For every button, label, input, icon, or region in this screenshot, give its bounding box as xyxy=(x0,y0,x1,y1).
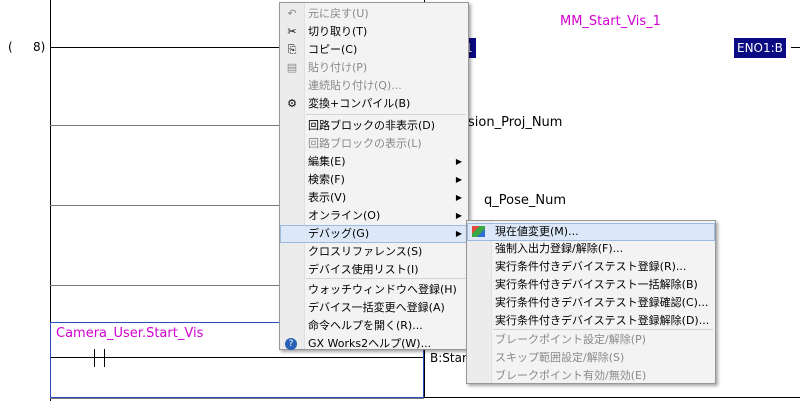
menu-item-label: デバイス使用リスト(I) xyxy=(308,263,419,276)
contact-device-label: Camera_User.Start_Vis xyxy=(56,326,204,341)
change-value-icon xyxy=(472,226,485,237)
debug-menu-item-8: ブレークポイント有効/無効(E) xyxy=(467,367,715,385)
debug-menu-item-4[interactable]: 実行条件付きデバイステスト登録確認(C)... xyxy=(467,294,715,312)
compile-icon: ⚙ xyxy=(287,97,297,110)
debug-menu-item-label: ブレークポイント有効/無効(E) xyxy=(495,369,647,382)
menu-item-9[interactable]: 検索(F) ▶ xyxy=(280,171,468,189)
debug-menu-item-5[interactable]: 実行条件付きデバイステスト登録解除(D)... xyxy=(467,312,715,330)
menu-item-label: オンライン(O) xyxy=(308,209,381,222)
menu-item-16[interactable]: デバイス一括変更へ登録(A) xyxy=(280,299,468,317)
eno-output-line xyxy=(791,47,800,48)
menu-item-0: ↶ 元に戻す(U) xyxy=(280,5,468,23)
submenu-arrow-icon: ▶ xyxy=(455,229,462,238)
debug-menu-item-label: 現在値変更(M)... xyxy=(495,225,579,238)
menu-item-label: GX Works2ヘルプ(W)... xyxy=(308,337,432,350)
menu-item-1[interactable]: ✂ 切り取り(T) xyxy=(280,23,468,41)
menu-item-label: 回路ブロックの表示(L) xyxy=(308,137,422,150)
menu-item-18[interactable]: ? GX Works2ヘルプ(W)... xyxy=(280,335,468,353)
menu-item-label: デバイス一括変更へ登録(A) xyxy=(308,301,445,314)
debug-menu-item-label: 強制入出力登録/解除(F)... xyxy=(495,242,624,255)
row-number-paren: ( xyxy=(8,40,13,54)
menu-item-label: 命令ヘルプを開く(R)... xyxy=(308,319,423,332)
context-menu: ↶ 元に戻す(U) ✂ 切り取り(T) ⎘ コピー(C) ▤ 貼り付け(P) 連続貼り付け(Q)… xyxy=(279,2,469,350)
submenu-arrow-icon: ▶ xyxy=(455,193,462,202)
menu-item-label: 元に戻す(U) xyxy=(308,7,369,20)
rung-divider xyxy=(50,398,424,399)
menu-separator xyxy=(493,329,713,330)
menu-separator xyxy=(306,278,466,279)
submenu-arrow-icon: ▶ xyxy=(455,211,462,220)
menu-item-14[interactable]: デバイス使用リスト(I) xyxy=(280,261,468,279)
fb-input-start-partial: B:Star xyxy=(430,351,467,365)
menu-item-17[interactable]: 命令ヘルプを開く(R)... xyxy=(280,317,468,335)
debug-menu-item-label: 実行条件付きデバイステスト登録解除(D)... xyxy=(495,314,710,327)
scissors-icon: ✂ xyxy=(287,25,297,38)
menu-item-label: コピー(C) xyxy=(308,43,358,56)
menu-item-13[interactable]: クロスリファレンス(S) xyxy=(280,243,468,261)
function-block-title: MM_Start_Vis_1 xyxy=(560,14,661,29)
menu-item-label: 連続貼り付け(Q)... xyxy=(308,79,402,92)
menu-item-label: 表示(V) xyxy=(308,191,347,204)
menu-item-15[interactable]: ウォッチウィンドウへ登録(H) xyxy=(280,281,468,299)
copy-icon: ⎘ xyxy=(287,43,297,56)
undo-icon: ↶ xyxy=(287,7,297,20)
menu-item-label: 貼り付け(P) xyxy=(308,61,368,74)
menu-item-2[interactable]: ⎘ コピー(C) xyxy=(280,41,468,59)
debug-menu-item-label: 実行条件付きデバイステスト一括解除(B) xyxy=(495,278,698,291)
debug-menu-item-label: ブレークポイント設定/解除(P) xyxy=(495,333,646,346)
menu-item-label: 変換+コンパイル(B) xyxy=(308,97,411,110)
menu-item-6[interactable]: 回路ブロックの非表示(D) xyxy=(280,117,468,135)
submenu-arrow-icon: ▶ xyxy=(455,157,462,166)
submenu-arrow-icon: ▶ xyxy=(455,175,462,184)
debug-menu-item-7: スキップ範囲設定/解除(S) xyxy=(467,349,715,367)
fb-param-proj-num: sion_Proj_Num xyxy=(468,115,563,130)
debug-menu-item-6: ブレークポイント設定/解除(P) xyxy=(467,331,715,349)
debug-menu-item-label: 実行条件付きデバイステスト登録確認(C)... xyxy=(495,296,709,309)
menu-item-11[interactable]: オンライン(O) ▶ xyxy=(280,207,468,225)
menu-item-label: ウォッチウィンドウへ登録(H) xyxy=(308,283,457,296)
menu-item-7: 回路ブロックの表示(L) xyxy=(280,135,468,153)
debug-menu-item-label: 実行条件付きデバイステスト登録(R)... xyxy=(495,260,687,273)
menu-separator xyxy=(306,114,466,115)
menu-item-label: 回路ブロックの非表示(D) xyxy=(308,119,436,132)
debug-menu-item-3[interactable]: 実行条件付きデバイステスト一括解除(B) xyxy=(467,276,715,294)
menu-item-label: クロスリファレンス(S) xyxy=(308,245,423,258)
menu-item-4: 連続貼り付け(Q)... xyxy=(280,77,468,95)
menu-item-12[interactable]: デバッグ(G) ▶ xyxy=(280,225,468,243)
menu-item-label: デバッグ(G) xyxy=(308,227,370,240)
debug-submenu: 現在値変更(M)... 強制入出力登録/解除(F)... 実行条件付きデバイステスト… xyxy=(466,220,716,384)
help-icon: ? xyxy=(285,338,297,350)
menu-item-label: 編集(E) xyxy=(308,155,346,168)
menu-item-label: 検索(F) xyxy=(308,173,345,186)
debug-menu-item-1[interactable]: 強制入出力登録/解除(F)... xyxy=(467,240,715,258)
debug-menu-item-2[interactable]: 実行条件付きデバイステスト登録(R)... xyxy=(467,258,715,276)
menu-item-3: ▤ 貼り付け(P) xyxy=(280,59,468,77)
paste-icon: ▤ xyxy=(286,61,298,74)
eno-output-label: ENO1:B xyxy=(734,38,786,58)
menu-item-label: 切り取り(T) xyxy=(308,25,368,38)
debug-menu-item-0[interactable]: 現在値変更(M)... xyxy=(467,223,715,241)
fb-param-pose-num: q_Pose_Num xyxy=(484,193,566,208)
debug-menu-item-label: スキップ範囲設定/解除(S) xyxy=(495,351,625,364)
menu-item-10[interactable]: 表示(V) ▶ xyxy=(280,189,468,207)
row-number: 8) xyxy=(33,40,46,54)
menu-item-8[interactable]: 編集(E) ▶ xyxy=(280,153,468,171)
normally-open-contact[interactable] xyxy=(90,349,110,367)
menu-item-5[interactable]: ⚙ 変換+コンパイル(B) xyxy=(280,95,468,113)
